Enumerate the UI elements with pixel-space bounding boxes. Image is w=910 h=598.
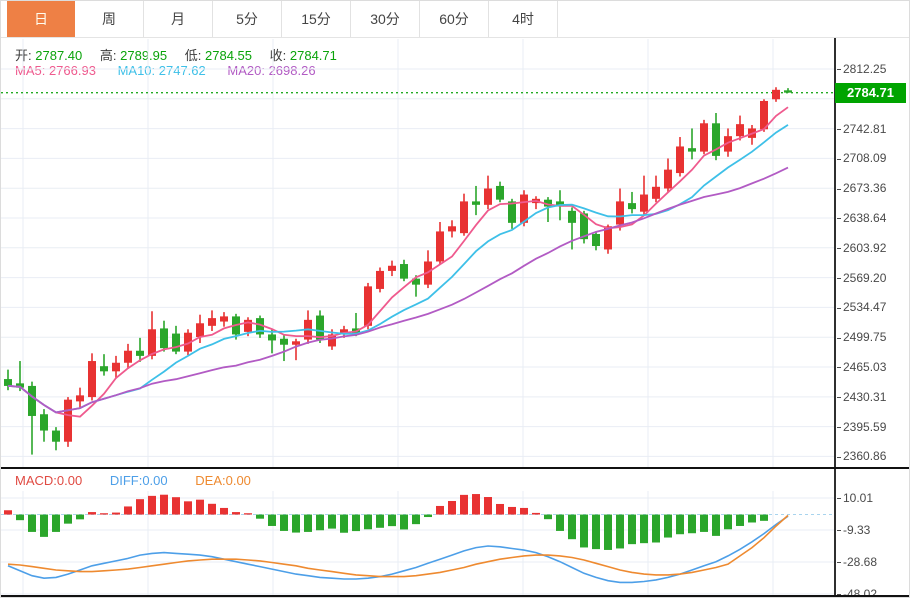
tab-60分[interactable]: 60分	[420, 1, 489, 37]
panel-separator-line	[1, 467, 910, 469]
tab-日[interactable]: 日	[7, 1, 75, 37]
bottom-border-line	[1, 595, 910, 597]
price-axis-label: 2395.59	[837, 420, 903, 434]
current-price-tag: 2784.71	[835, 83, 906, 103]
dea-value-label: DEA:0.00	[195, 473, 251, 488]
price-axis-label: 2708.09	[837, 151, 903, 165]
price-axis-label: 2534.47	[837, 300, 903, 314]
macd-chart[interactable]	[1, 491, 834, 595]
price-axis-label: 2742.81	[837, 122, 903, 136]
price-axis-label: 2603.92	[837, 241, 903, 255]
price-axis-label: 2812.25	[837, 62, 903, 76]
price-axis-label: 2465.03	[837, 360, 903, 374]
tab-30分[interactable]: 30分	[351, 1, 420, 37]
candlestick-chart[interactable]	[1, 39, 834, 467]
tab-周[interactable]: 周	[75, 1, 144, 37]
tab-bar: 日周月5分15分30分60分4时	[1, 1, 909, 38]
macd-legend: MACD:0.00 DIFF:0.00 DEA:0.00	[15, 473, 251, 488]
axis-border-line	[834, 38, 836, 597]
macd-axis-label: -9.33	[837, 523, 903, 537]
tab-5分[interactable]: 5分	[213, 1, 282, 37]
price-axis-label: 2569.20	[837, 271, 903, 285]
price-axis-label: 2638.64	[837, 211, 903, 225]
kline-chart-window: 日周月5分15分30分60分4时 开: 2787.40 高: 2789.95 低…	[0, 0, 910, 598]
price-axis-label: 2430.31	[837, 390, 903, 404]
macd-value-label: MACD:0.00	[15, 473, 82, 488]
price-axis-label: 2499.75	[837, 330, 903, 344]
tab-4时[interactable]: 4时	[489, 1, 558, 37]
macd-axis-label: 10.01	[837, 491, 903, 505]
tab-月[interactable]: 月	[144, 1, 213, 37]
macd-axis-label: -28.68	[837, 555, 903, 569]
price-axis-label: 2360.86	[837, 449, 903, 463]
diff-value-label: DIFF:0.00	[110, 473, 168, 488]
price-axis-label: 2673.36	[837, 181, 903, 195]
tab-15分[interactable]: 15分	[282, 1, 351, 37]
